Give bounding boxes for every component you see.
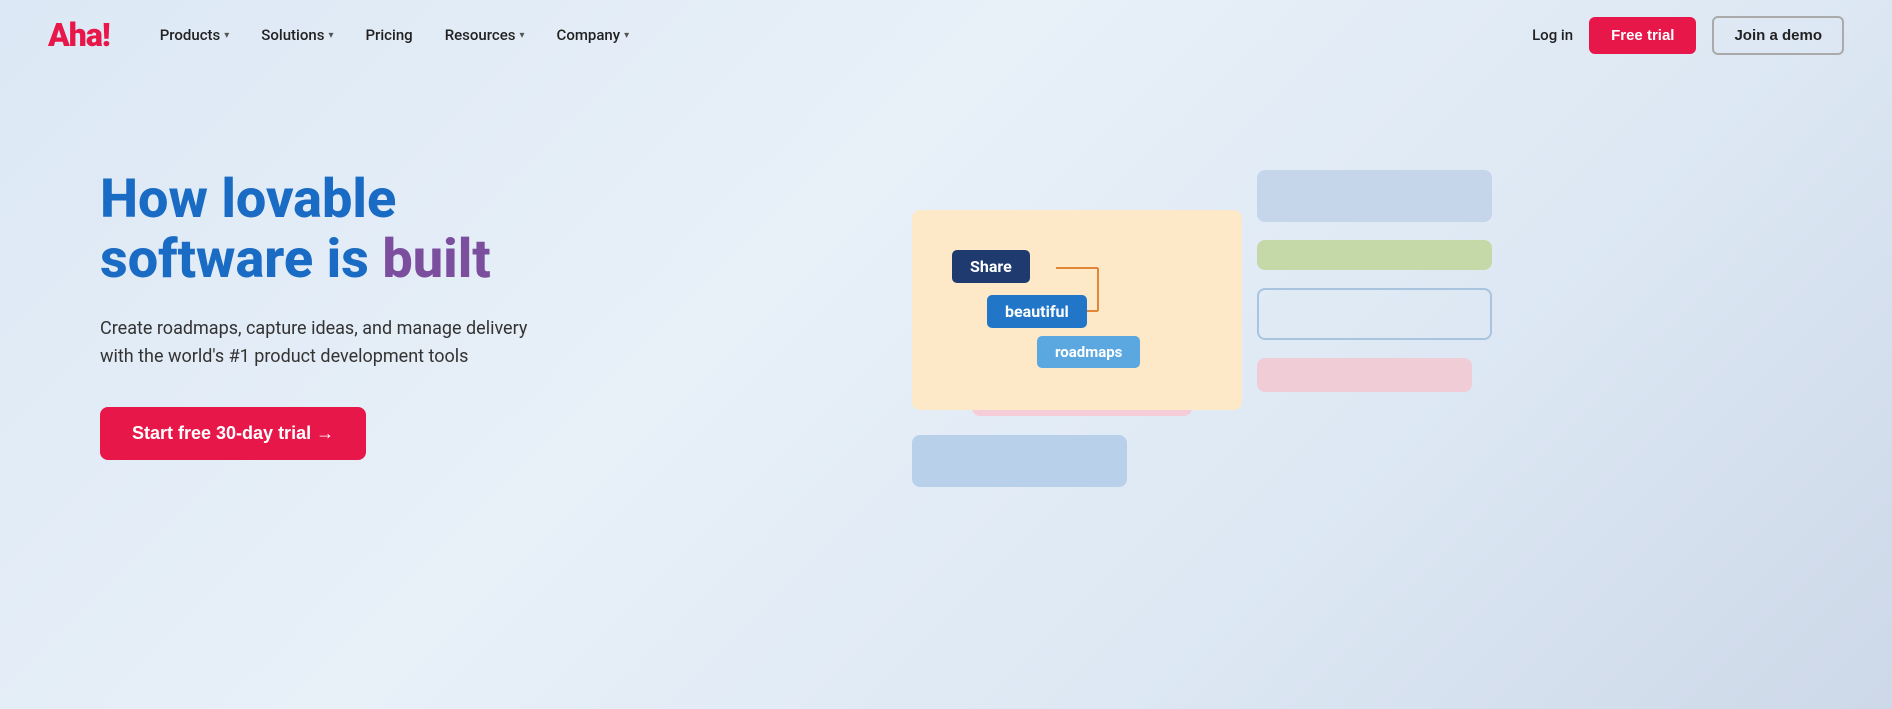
chevron-down-icon: ▾ (520, 30, 525, 41)
login-link[interactable]: Log in (1532, 26, 1573, 44)
hero-subtext: Create roadmaps, capture ideas, and mana… (100, 315, 540, 371)
nav-links: Products ▾ Solutions ▾ Pricing Resources… (146, 18, 1532, 52)
node-roadmaps: roadmaps (1037, 336, 1140, 368)
headline-line2-part2: built (382, 228, 490, 291)
block-green-right (1257, 240, 1492, 270)
node-share: Share (952, 250, 1030, 283)
logo-exclaim: ! (102, 16, 110, 54)
nav-company-label: Company (557, 26, 621, 44)
nav-item-pricing[interactable]: Pricing (351, 18, 426, 52)
logo[interactable]: Aha! (48, 16, 110, 54)
nav-item-company[interactable]: Company ▾ (543, 18, 644, 52)
logo-aha: Aha (48, 16, 102, 54)
nav-item-products[interactable]: Products ▾ (146, 18, 244, 52)
block-blue-outline-right (1257, 288, 1492, 340)
hero-headline: How lovable software is built (100, 170, 600, 291)
nav-resources-label: Resources (445, 26, 516, 44)
nav-actions: Log in Free trial Join a demo (1532, 16, 1844, 55)
illustration-container: Share beautiful roadmaps (912, 140, 1592, 620)
free-trial-button[interactable]: Free trial (1589, 17, 1696, 54)
navbar: Aha! Products ▾ Solutions ▾ Pricing Reso… (0, 0, 1892, 70)
node-beautiful: beautiful (987, 295, 1087, 328)
start-trial-button[interactable]: Start free 30-day trial → (100, 407, 366, 460)
chevron-down-icon: ▾ (624, 30, 629, 41)
hero-illustration: Share beautiful roadmaps (660, 110, 1844, 620)
block-pink-bottom-right (1257, 358, 1472, 392)
nav-solutions-label: Solutions (261, 26, 324, 44)
block-blue-top-right (1257, 170, 1492, 222)
roadmap-card: Share beautiful roadmaps (912, 210, 1242, 410)
hero-text: How lovable software is built Create roa… (100, 110, 600, 460)
nav-pricing-label: Pricing (365, 26, 412, 44)
nav-item-solutions[interactable]: Solutions ▾ (247, 18, 347, 52)
join-demo-button[interactable]: Join a demo (1712, 16, 1844, 55)
nav-item-resources[interactable]: Resources ▾ (431, 18, 539, 52)
nav-products-label: Products (160, 26, 221, 44)
chevron-down-icon: ▾ (328, 30, 333, 41)
headline-line1: How lovable (100, 168, 396, 231)
hero-section: How lovable software is built Create roa… (0, 70, 1892, 670)
headline-line2-part1: software is (100, 228, 382, 291)
chevron-down-icon: ▾ (224, 30, 229, 41)
block-blue-bottom-left (912, 435, 1127, 487)
